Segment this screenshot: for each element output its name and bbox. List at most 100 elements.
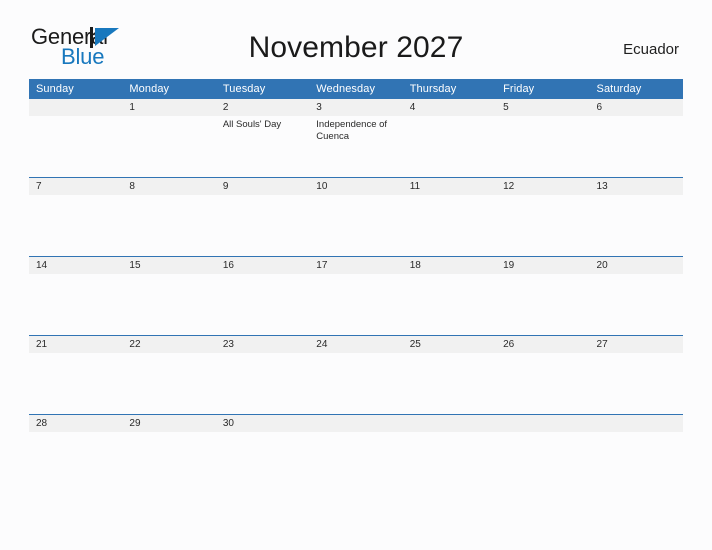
calendar-day-empty — [589, 415, 683, 441]
calendar-day-cell[interactable]: 20 — [589, 256, 683, 336]
day-number: 25 — [402, 336, 497, 353]
calendar-day: 30 — [215, 415, 310, 441]
calendar-day-cell[interactable]: 11 — [402, 177, 497, 257]
calendar-day-cell[interactable]: 28 — [29, 414, 123, 441]
calendar-day: 13 — [589, 178, 683, 256]
calendar-day-cell[interactable]: 7 — [29, 177, 123, 257]
calendar-day: 1 — [122, 99, 216, 177]
weekday-header-saturday: Saturday — [589, 79, 683, 99]
day-number: 5 — [496, 99, 590, 116]
day-number: 12 — [496, 178, 590, 195]
day-number: 16 — [215, 257, 310, 274]
calendar-day-cell[interactable]: 27 — [589, 335, 683, 415]
day-number: 17 — [309, 257, 403, 274]
day-number: 21 — [29, 336, 123, 353]
calendar-week-row: 21 22 23 24 25 26 27 — [29, 335, 683, 415]
calendar-day: 27 — [589, 336, 683, 414]
holiday-label: All Souls' Day — [222, 119, 282, 130]
calendar-day-cell[interactable]: 4 — [402, 99, 497, 178]
calendar-day-cell[interactable]: 1 — [122, 99, 216, 178]
calendar-day-empty — [496, 415, 590, 441]
weekday-header-tuesday: Tuesday — [215, 79, 310, 99]
calendar-day: 7 — [29, 178, 123, 256]
calendar-day-cell[interactable] — [589, 414, 683, 441]
calendar-day: 28 — [29, 415, 123, 441]
calendar-day-empty — [402, 415, 497, 441]
calendar-day-cell[interactable] — [496, 414, 590, 441]
day-number: 22 — [122, 336, 216, 353]
calendar-day-cell[interactable]: 30 — [215, 414, 310, 441]
day-number: 30 — [215, 415, 310, 432]
day-number: 6 — [589, 99, 683, 116]
day-number: 8 — [122, 178, 216, 195]
calendar-day-cell[interactable]: 5 — [496, 99, 590, 178]
day-number: 29 — [122, 415, 216, 432]
day-number — [589, 415, 683, 432]
day-number: 11 — [402, 178, 497, 195]
holiday-label: Independence of Cuenca — [316, 119, 388, 142]
calendar-day-cell[interactable]: 21 — [29, 335, 123, 415]
calendar-day-cell[interactable]: 8 — [122, 177, 216, 257]
day-number: 1 — [122, 99, 216, 116]
day-number: 7 — [29, 178, 123, 195]
day-number: 23 — [215, 336, 310, 353]
day-number: 20 — [589, 257, 683, 274]
calendar-day-cell[interactable]: 2 All Souls' Day — [215, 99, 310, 178]
calendar-day: 5 — [496, 99, 590, 177]
calendar-day: 24 — [309, 336, 403, 414]
calendar-day-cell[interactable] — [402, 414, 497, 441]
calendar-day-empty — [29, 99, 123, 177]
calendar-day: 20 — [589, 257, 683, 335]
calendar-day: 21 — [29, 336, 123, 414]
calendar-week-row: 7 8 9 10 11 12 13 — [29, 177, 683, 257]
day-number: 27 — [589, 336, 683, 353]
day-number: 24 — [309, 336, 403, 353]
page-header: General Blue November 2027 Ecuador — [0, 0, 712, 68]
calendar-day-cell[interactable]: 12 — [496, 177, 590, 257]
calendar-day-cell[interactable] — [29, 99, 123, 178]
country-label: Ecuador — [623, 41, 679, 58]
calendar-day: 10 — [309, 178, 403, 256]
calendar-day: 29 — [122, 415, 216, 441]
calendar-day: 11 — [402, 178, 497, 256]
day-number — [309, 415, 403, 432]
calendar-day: 23 — [215, 336, 310, 414]
calendar-day-cell[interactable]: 26 — [496, 335, 590, 415]
calendar-day-cell[interactable]: 14 — [29, 256, 123, 336]
calendar-day: 9 — [215, 178, 310, 256]
calendar-day-cell[interactable]: 23 — [215, 335, 310, 415]
calendar-day: 19 — [496, 257, 590, 335]
calendar-day-empty — [309, 415, 403, 441]
calendar-week-row: 1 2 All Souls' Day 3 Independence of Cuenca 4… — [29, 99, 683, 178]
weekday-header-monday: Monday — [122, 79, 216, 99]
calendar-day-cell[interactable]: 6 — [589, 99, 683, 178]
weekday-header-thursday: Thursday — [402, 79, 497, 99]
day-number — [496, 415, 590, 432]
calendar-day: 2 All Souls' Day — [215, 99, 310, 177]
calendar-day-cell[interactable]: 3 Independence of Cuenca — [309, 99, 403, 178]
calendar-day-cell[interactable]: 29 — [122, 414, 216, 441]
calendar-day-cell[interactable]: 9 — [215, 177, 310, 257]
calendar-day: 26 — [496, 336, 590, 414]
calendar-week-row: 14 15 16 17 18 19 20 — [29, 256, 683, 336]
calendar-day: 3 Independence of Cuenca — [309, 99, 403, 177]
calendar-day-cell[interactable]: 13 — [589, 177, 683, 257]
calendar-day-cell[interactable] — [309, 414, 403, 441]
calendar-day-cell[interactable]: 16 — [215, 256, 310, 336]
calendar-day: 16 — [215, 257, 310, 335]
calendar-day-cell[interactable]: 22 — [122, 335, 216, 415]
calendar-day-cell[interactable]: 10 — [309, 177, 403, 257]
calendar-day: 22 — [122, 336, 216, 414]
calendar-day-cell[interactable]: 25 — [402, 335, 497, 415]
day-number: 26 — [496, 336, 590, 353]
calendar-day-cell[interactable]: 17 — [309, 256, 403, 336]
calendar-day-cell[interactable]: 15 — [122, 256, 216, 336]
day-number: 14 — [29, 257, 123, 274]
calendar-day-cell[interactable]: 18 — [402, 256, 497, 336]
calendar-week-row: 28 29 30 — [29, 414, 683, 441]
calendar-day-cell[interactable]: 19 — [496, 256, 590, 336]
calendar-day: 15 — [122, 257, 216, 335]
calendar-day: 4 — [402, 99, 497, 177]
day-events: All Souls' Day — [216, 116, 309, 131]
calendar-day-cell[interactable]: 24 — [309, 335, 403, 415]
